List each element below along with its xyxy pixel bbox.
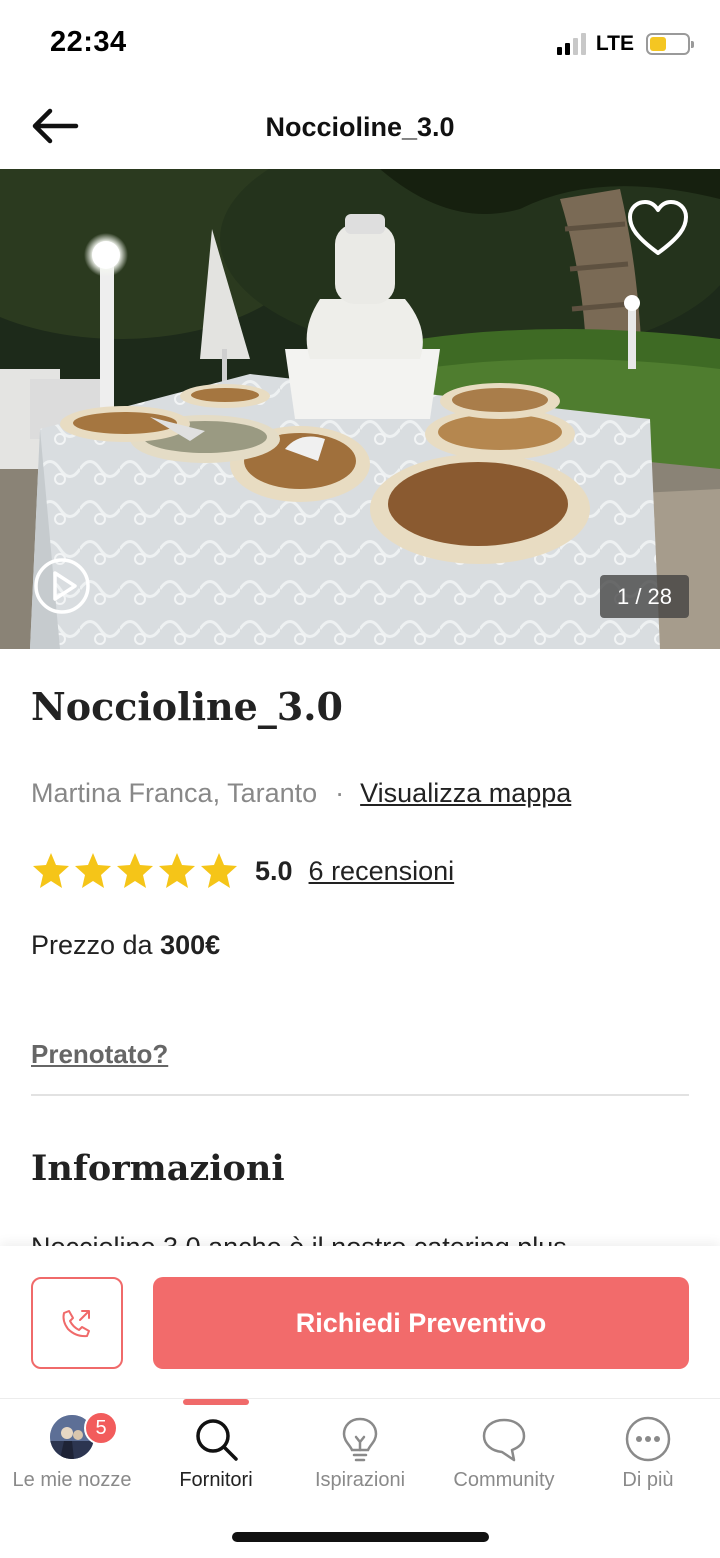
status-indicators: LTE <box>556 32 694 56</box>
more-dots-icon <box>625 1416 671 1462</box>
play-video-button[interactable] <box>33 557 91 615</box>
status-time: 22:34 <box>50 26 127 58</box>
tab-label: Fornitori <box>179 1469 253 1491</box>
star-icon <box>201 853 237 888</box>
notification-badge: 5 <box>84 1411 118 1445</box>
tab-community[interactable]: Community <box>432 1399 576 1509</box>
reviews-link[interactable]: 6 recensioni <box>309 856 455 887</box>
home-indicator <box>232 1532 489 1542</box>
network-label: LTE <box>595 32 634 55</box>
tab-le-mie-nozze[interactable]: 5 Le mie nozze <box>0 1399 144 1509</box>
heart-outline-icon <box>628 200 688 255</box>
star-icon <box>117 853 153 888</box>
price-row: Prezzo da 300€ <box>31 930 220 961</box>
play-circle-icon <box>34 558 90 614</box>
rating-value: 5.0 <box>255 855 293 886</box>
search-icon <box>196 1419 238 1461</box>
view-map-link[interactable]: Visualizza mappa <box>360 778 571 809</box>
separator-dot: · <box>335 778 345 808</box>
nav-header: Noccioline_3.0 <box>0 88 720 168</box>
tab-label: Le mie nozze <box>12 1469 132 1491</box>
price-value: 300€ <box>160 930 221 960</box>
tab-di-piu[interactable]: Di più <box>576 1399 720 1509</box>
phone-outgoing-icon <box>62 1310 90 1338</box>
tab-fornitori[interactable]: Fornitori <box>144 1399 288 1509</box>
location-text: Martina Franca, Taranto <box>31 778 318 808</box>
tab-label: Di più <box>622 1469 674 1491</box>
lightbulb-icon <box>342 1417 378 1462</box>
status-bar: 22:34 LTE <box>0 0 720 88</box>
rating-stars <box>31 851 239 891</box>
active-tab-indicator <box>183 1399 249 1405</box>
request-quote-button[interactable]: Richiedi Preventivo <box>153 1277 689 1369</box>
star-icon <box>33 853 69 888</box>
booked-link[interactable]: Prenotato? <box>31 1039 168 1070</box>
tab-label: Ispirazioni <box>314 1469 406 1491</box>
star-icon <box>159 853 195 888</box>
price-prefix: Prezzo da <box>31 930 153 960</box>
battery-icon <box>646 33 694 55</box>
tab-label: Community <box>453 1469 555 1491</box>
location-row: Martina Franca, Taranto · Visualizza map… <box>31 778 571 809</box>
page-title: Noccioline_3.0 <box>265 112 455 142</box>
chat-bubble-icon <box>482 1418 526 1462</box>
section-title-info: Informazioni <box>31 1148 285 1189</box>
vendor-name: Noccioline_3.0 <box>31 684 343 729</box>
divider <box>31 1094 689 1096</box>
info-description: Noccioline 3.0 anche è il nostro caterin… <box>31 1232 689 1246</box>
signal-icon <box>556 33 586 55</box>
action-bar: Richiedi Preventivo <box>0 1246 720 1398</box>
star-icon <box>75 853 111 888</box>
favorite-button[interactable] <box>626 199 690 259</box>
call-button[interactable] <box>31 1277 123 1369</box>
rating-row: 5.0 6 recensioni <box>31 850 454 892</box>
photo-counter: 1 / 28 <box>600 575 689 618</box>
tab-ispirazioni[interactable]: Ispirazioni <box>288 1399 432 1509</box>
